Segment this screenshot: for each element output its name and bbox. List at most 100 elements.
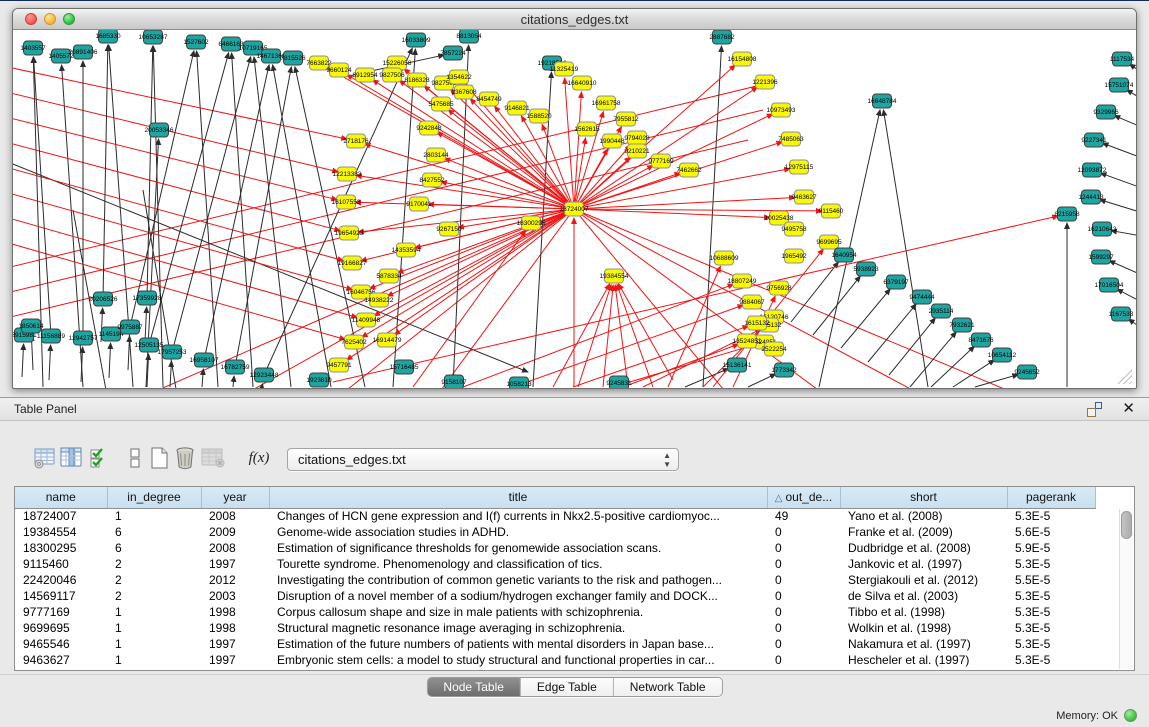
tab-network-table[interactable]: Network Table [614,678,722,696]
graph-node[interactable]: 8427552 [419,173,445,187]
graph-node[interactable]: 7932621 [949,318,975,332]
graph-node[interactable]: 20206526 [89,292,118,306]
table-row[interactable]: 969969511998Structural magnetic resonanc… [15,620,1121,636]
graph-node[interactable]: 10688609 [710,251,739,265]
graph-node[interactable]: 12923448 [250,368,279,382]
graph-node[interactable]: 16033809 [402,33,431,47]
graph-node[interactable]: 16914479 [373,333,402,347]
graph-node[interactable]: 7625402 [341,335,367,349]
graph-node[interactable]: 2803144 [423,148,449,162]
graph-node[interactable]: 6379197 [883,275,909,289]
graph-node[interactable]: 1773342 [771,363,797,377]
graph-node[interactable]: 1527602 [183,35,209,49]
graph-node[interactable]: 8813054 [456,30,482,43]
close-panel-icon[interactable]: ✕ [1122,400,1135,418]
graph-node[interactable]: 12093872 [1078,163,1107,177]
graph-node[interactable]: 16648784 [868,94,897,108]
column-header-out_de[interactable]: △out_de... [767,487,840,508]
graph-node[interactable]: 8215958 [1054,207,1080,221]
graph-node[interactable]: 9227341 [1081,133,1107,147]
graph-node[interactable]: 9245652 [1014,365,1040,379]
graph-node[interactable]: 1923810 [306,373,332,387]
table-row[interactable]: 2242004622012Investigating the contribut… [15,572,1121,588]
graph-node[interactable]: 9170041 [406,197,432,211]
graph-node[interactable]: 1965492 [781,249,807,263]
graph-node[interactable]: 19166827 [338,256,367,270]
table-row[interactable]: 1938455462009Genome-wide association stu… [15,524,1121,540]
graph-node[interactable]: 9242848 [416,121,442,135]
graph-node[interactable]: 9267150 [436,222,462,236]
graph-node[interactable]: 1599297 [1088,250,1114,264]
graph-node[interactable]: 19384554 [600,269,629,283]
tab-node-table[interactable]: Node Table [427,678,521,696]
graph-node[interactable]: 8471676 [968,333,994,347]
graph-node[interactable]: 2935114 [929,304,954,318]
graph-node[interactable]: 5475685 [428,97,454,111]
table-mode-icon[interactable] [32,445,58,471]
graph-node[interactable]: 9495758 [781,222,807,236]
graph-node[interactable]: 5878334 [376,269,402,283]
column-header-in_degree[interactable]: in_degree [107,487,201,508]
function-builder-icon[interactable]: f(x) [246,445,272,471]
table-row[interactable]: 977716911998Corpus callosum shape and si… [15,604,1121,620]
graph-node[interactable]: 9329966 [1093,105,1119,119]
graph-node[interactable]: 9827506 [379,68,405,82]
graph-node[interactable]: 16154808 [728,52,757,66]
show-columns-icon[interactable] [58,445,84,471]
table-selector-dropdown[interactable]: citations_edges.txt ▲▼ [287,448,679,471]
column-header-pagerank[interactable]: pagerank [1007,487,1095,508]
graph-node[interactable]: 5938923 [853,262,879,276]
graph-node[interactable]: 9158107 [441,375,467,388]
delete-table-icon[interactable] [200,445,226,471]
graph-node[interactable]: 12942757 [69,331,98,345]
table-row[interactable]: 946554611997Estimation of the future num… [15,636,1121,652]
graph-node[interactable]: 20053346 [145,123,174,137]
graph-node[interactable]: 9210221 [624,144,650,158]
column-header-short[interactable]: short [840,487,1007,508]
table-row[interactable]: 946362711997Embryonic stem cells: a mode… [15,652,1121,668]
graph-node[interactable]: 16782759 [221,360,250,374]
graph-node[interactable]: 9660124 [326,63,352,77]
graph-node[interactable]: 16958107 [190,353,219,367]
graph-node[interactable]: 9463627 [791,190,817,204]
float-panel-icon[interactable] [1087,402,1103,417]
graph-node[interactable]: 9975887 [117,320,143,334]
graph-node[interactable]: 1588520 [526,109,552,123]
graph-node[interactable]: 1640954 [831,248,857,262]
graph-node[interactable]: 1058213 [506,377,532,388]
graph-node[interactable]: 9699695 [816,235,842,249]
vertical-scrollbar[interactable] [1119,509,1133,669]
scrollbar-thumb[interactable] [1121,511,1132,539]
graph-node[interactable]: 16961758 [592,96,621,110]
graph-node[interactable]: 1244413 [1078,190,1104,204]
graph-node[interactable]: 8912954 [352,68,378,82]
column-header-name[interactable]: name [15,487,107,508]
column-header-title[interactable]: title [269,487,767,508]
graph-node[interactable]: 7815526 [280,51,306,65]
graph-node[interactable]: 7857224 [440,46,466,60]
graph-node[interactable]: 2718176 [343,134,369,148]
graph-node[interactable]: 8454749 [476,92,502,106]
graph-node[interactable]: 10654112 [988,348,1017,362]
graph-node[interactable]: 1990448 [599,134,625,148]
network-window[interactable]: citations_edges.txt 14035571405572208914… [12,8,1137,389]
graph-node[interactable]: 9777169 [648,154,674,168]
graph-node[interactable]: 1685330 [95,30,121,43]
graph-node[interactable]: 2887682 [709,30,735,44]
graph-node[interactable]: 1117534 [1110,52,1135,66]
column-header-year[interactable]: year [201,487,269,508]
graph-node[interactable]: 2367608 [451,85,477,99]
graph-node[interactable]: 12975115 [785,160,814,174]
graph-node[interactable]: 1354622 [446,70,472,84]
graph-node[interactable]: 1615132 [744,316,770,330]
graph-node[interactable]: 1167533 [1109,307,1134,321]
graph-node[interactable]: 14353594 [392,243,421,257]
clear-selection-icon[interactable] [122,445,148,471]
tab-edge-table[interactable]: Edge Table [521,678,614,696]
graph-node[interactable]: 2522254 [761,342,787,356]
graph-node[interactable]: 17359928 [133,291,162,305]
graph-node[interactable]: 7485063 [778,132,804,146]
graph-node[interactable]: 15751074 [1105,78,1134,92]
graph-node[interactable]: 9474444 [909,290,935,304]
graph-node[interactable]: 1850614 [18,319,44,333]
